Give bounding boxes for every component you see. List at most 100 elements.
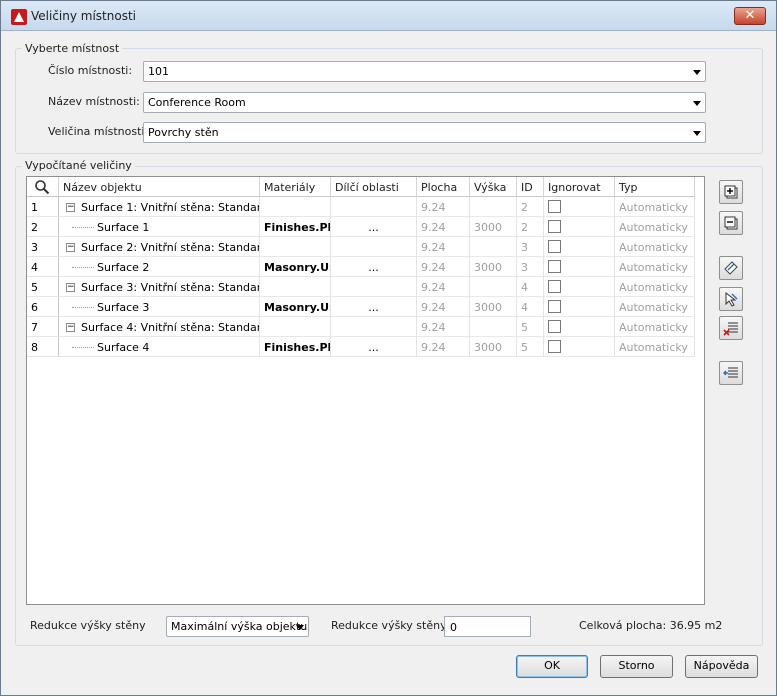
cell-height[interactable] xyxy=(470,237,517,257)
cell-name[interactable]: − Surface 1: Vnitřní stěna: Standard xyxy=(59,197,260,217)
ignore-checkbox[interactable] xyxy=(548,300,561,313)
ignore-checkbox[interactable] xyxy=(548,220,561,233)
collapse-all-button[interactable] xyxy=(719,211,743,235)
cell-name[interactable]: Surface 3 xyxy=(59,297,260,317)
cell-id[interactable]: 3 xyxy=(517,257,544,277)
cell-type[interactable]: Automaticky xyxy=(615,197,695,217)
room-name-select[interactable]: Conference Room xyxy=(143,92,706,113)
col-header-name[interactable]: Název objektu xyxy=(59,177,260,197)
cell-sub[interactable]: ... xyxy=(331,337,417,357)
ignore-checkbox[interactable] xyxy=(548,280,561,293)
cell-type[interactable]: Automaticky xyxy=(615,297,695,317)
cell-area[interactable]: 9.24 xyxy=(417,257,470,277)
collapse-node-icon[interactable]: − xyxy=(66,323,75,332)
ignore-cell[interactable] xyxy=(544,277,615,297)
cell-height[interactable]: 3000 xyxy=(470,257,517,277)
search-header-cell[interactable] xyxy=(27,177,59,197)
ignore-checkbox[interactable] xyxy=(548,240,561,253)
room-number-select[interactable]: 101 xyxy=(143,61,706,82)
expand-all-button[interactable] xyxy=(719,180,743,204)
col-header-height[interactable]: Výška xyxy=(470,177,517,197)
cell-sub[interactable]: ... xyxy=(331,257,417,277)
col-header-id[interactable]: ID xyxy=(517,177,544,197)
wall-height-reduction-select[interactable]: Maximální výška objektu xyxy=(166,616,309,637)
cell-height[interactable] xyxy=(470,277,517,297)
cell-name[interactable]: Surface 1 xyxy=(59,217,260,237)
cell-type[interactable]: Automaticky xyxy=(615,337,695,357)
select-object-button[interactable] xyxy=(719,256,743,280)
cell-material[interactable]: Masonry.Ur xyxy=(260,297,331,317)
cell-id[interactable]: 2 xyxy=(517,197,544,217)
cell-area[interactable]: 9.24 xyxy=(417,217,470,237)
help-button[interactable]: Nápověda xyxy=(685,655,758,678)
cell-material[interactable] xyxy=(260,197,331,217)
ignore-checkbox[interactable] xyxy=(548,260,561,273)
ignore-cell[interactable] xyxy=(544,197,615,217)
cell-material[interactable] xyxy=(260,277,331,297)
col-header-type[interactable]: Typ xyxy=(615,177,695,197)
cell-sub[interactable] xyxy=(331,277,417,297)
ignore-checkbox[interactable] xyxy=(548,340,561,353)
ok-button[interactable]: OK xyxy=(516,655,588,678)
cell-name[interactable]: Surface 2 xyxy=(59,257,260,277)
cell-height[interactable]: 3000 xyxy=(470,337,517,357)
cell-name[interactable]: − Surface 3: Vnitřní stěna: Standard xyxy=(59,277,260,297)
cell-height[interactable] xyxy=(470,317,517,337)
col-header-ignore[interactable]: Ignorovat xyxy=(544,177,615,197)
cell-type[interactable]: Automaticky xyxy=(615,237,695,257)
cell-type[interactable]: Automaticky xyxy=(615,277,695,297)
cell-material[interactable]: Finishes.Pla xyxy=(260,217,331,237)
cell-type[interactable]: Automaticky xyxy=(615,217,695,237)
ignore-checkbox[interactable] xyxy=(548,320,561,333)
cell-type[interactable]: Automaticky xyxy=(615,257,695,277)
cell-area[interactable]: 9.24 xyxy=(417,317,470,337)
cell-material[interactable]: Finishes.Pla xyxy=(260,337,331,357)
cell-height[interactable]: 3000 xyxy=(470,297,517,317)
cell-name[interactable]: Surface 4 xyxy=(59,337,260,357)
cell-id[interactable]: 5 xyxy=(517,317,544,337)
ignore-checkbox[interactable] xyxy=(548,200,561,213)
ignore-cell[interactable] xyxy=(544,337,615,357)
cell-area[interactable]: 9.24 xyxy=(417,337,470,357)
cell-type[interactable]: Automaticky xyxy=(615,317,695,337)
cell-area[interactable]: 9.24 xyxy=(417,277,470,297)
cell-area[interactable]: 9.24 xyxy=(417,237,470,257)
ignore-cell[interactable] xyxy=(544,217,615,237)
collapse-node-icon[interactable]: − xyxy=(66,243,75,252)
cell-sub[interactable] xyxy=(331,317,417,337)
cancel-button[interactable]: Storno xyxy=(600,655,673,678)
pick-object-button[interactable] xyxy=(719,287,743,311)
cell-area[interactable]: 9.24 xyxy=(417,297,470,317)
collapse-node-icon[interactable]: − xyxy=(66,283,75,292)
delete-row-button[interactable] xyxy=(719,316,743,340)
cell-id[interactable]: 2 xyxy=(517,217,544,237)
cell-name[interactable]: − Surface 4: Vnitřní stěna: Standard xyxy=(59,317,260,337)
cell-id[interactable]: 5 xyxy=(517,337,544,357)
wall-height-reduction-input[interactable]: 0 xyxy=(444,616,531,637)
cell-sub[interactable]: ... xyxy=(331,217,417,237)
cell-id[interactable]: 4 xyxy=(517,277,544,297)
ignore-cell[interactable] xyxy=(544,237,615,257)
add-row-button[interactable] xyxy=(719,361,743,385)
cell-id[interactable]: 3 xyxy=(517,237,544,257)
collapse-node-icon[interactable]: − xyxy=(66,203,75,212)
ignore-cell[interactable] xyxy=(544,297,615,317)
cell-sub[interactable] xyxy=(331,237,417,257)
cell-height[interactable] xyxy=(470,197,517,217)
col-header-materials[interactable]: Materiály xyxy=(260,177,331,197)
ignore-cell[interactable] xyxy=(544,317,615,337)
cell-name[interactable]: − Surface 2: Vnitřní stěna: Standard xyxy=(59,237,260,257)
col-header-subareas[interactable]: Dílčí oblasti xyxy=(331,177,417,197)
cell-sub[interactable] xyxy=(331,197,417,217)
cell-height[interactable]: 3000 xyxy=(470,217,517,237)
col-header-area[interactable]: Plocha xyxy=(417,177,470,197)
close-button[interactable]: ✕ xyxy=(734,7,766,25)
cell-material[interactable]: Masonry.Ur xyxy=(260,257,331,277)
cell-material[interactable] xyxy=(260,317,331,337)
cell-id[interactable]: 4 xyxy=(517,297,544,317)
room-quantity-select[interactable]: Povrchy stěn xyxy=(143,122,706,143)
ignore-cell[interactable] xyxy=(544,257,615,277)
cell-material[interactable] xyxy=(260,237,331,257)
cell-sub[interactable]: ... xyxy=(331,297,417,317)
cell-area[interactable]: 9.24 xyxy=(417,197,470,217)
